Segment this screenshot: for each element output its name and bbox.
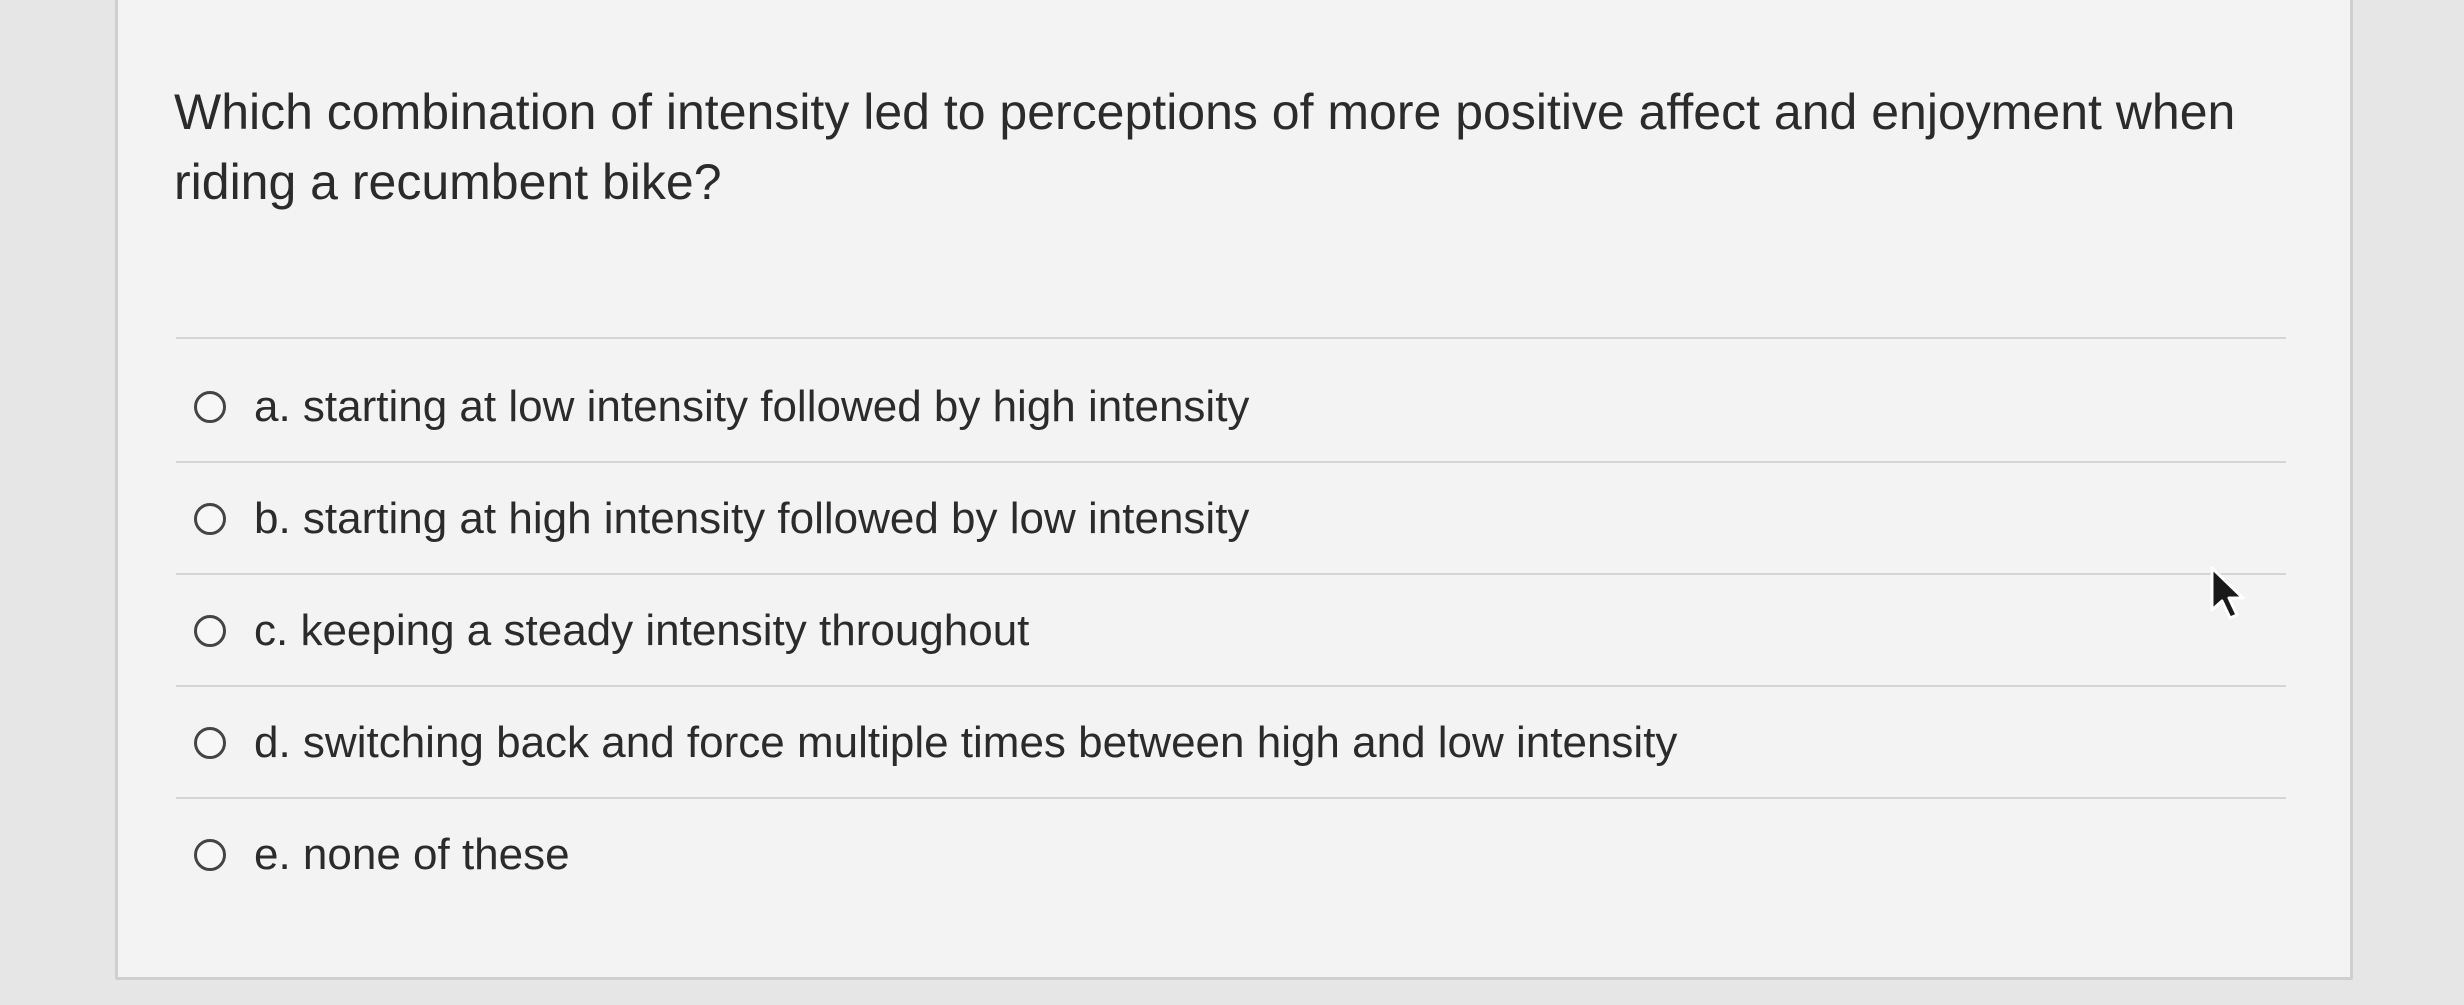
question-divider bbox=[176, 337, 2286, 339]
answer-label-a: a. starting at low intensity followed by… bbox=[254, 382, 1250, 431]
radio-button-c[interactable] bbox=[194, 615, 226, 647]
answer-option-b[interactable]: b. starting at high intensity followed b… bbox=[176, 463, 2286, 575]
answer-option-e[interactable]: e. none of these bbox=[176, 799, 2286, 911]
question-text: Which combination of intensity led to pe… bbox=[174, 84, 2236, 210]
answer-list: a. starting at low intensity followed by… bbox=[176, 351, 2286, 911]
question-card: Which combination of intensity led to pe… bbox=[115, 0, 2353, 980]
answer-label-d: d. switching back and force multiple tim… bbox=[254, 718, 1678, 767]
answer-label-b: b. starting at high intensity followed b… bbox=[254, 494, 1250, 543]
radio-button-e[interactable] bbox=[194, 839, 226, 871]
radio-button-d[interactable] bbox=[194, 727, 226, 759]
answer-option-a[interactable]: a. starting at low intensity followed by… bbox=[176, 351, 2286, 463]
radio-button-a[interactable] bbox=[194, 391, 226, 423]
answer-label-c: c. keeping a steady intensity throughout bbox=[254, 606, 1030, 655]
mouse-pointer-icon bbox=[2210, 566, 2245, 620]
answer-option-c[interactable]: c. keeping a steady intensity throughout bbox=[176, 575, 2286, 687]
answer-label-e: e. none of these bbox=[254, 830, 570, 879]
answer-option-d[interactable]: d. switching back and force multiple tim… bbox=[176, 687, 2286, 799]
radio-button-b[interactable] bbox=[194, 503, 226, 535]
